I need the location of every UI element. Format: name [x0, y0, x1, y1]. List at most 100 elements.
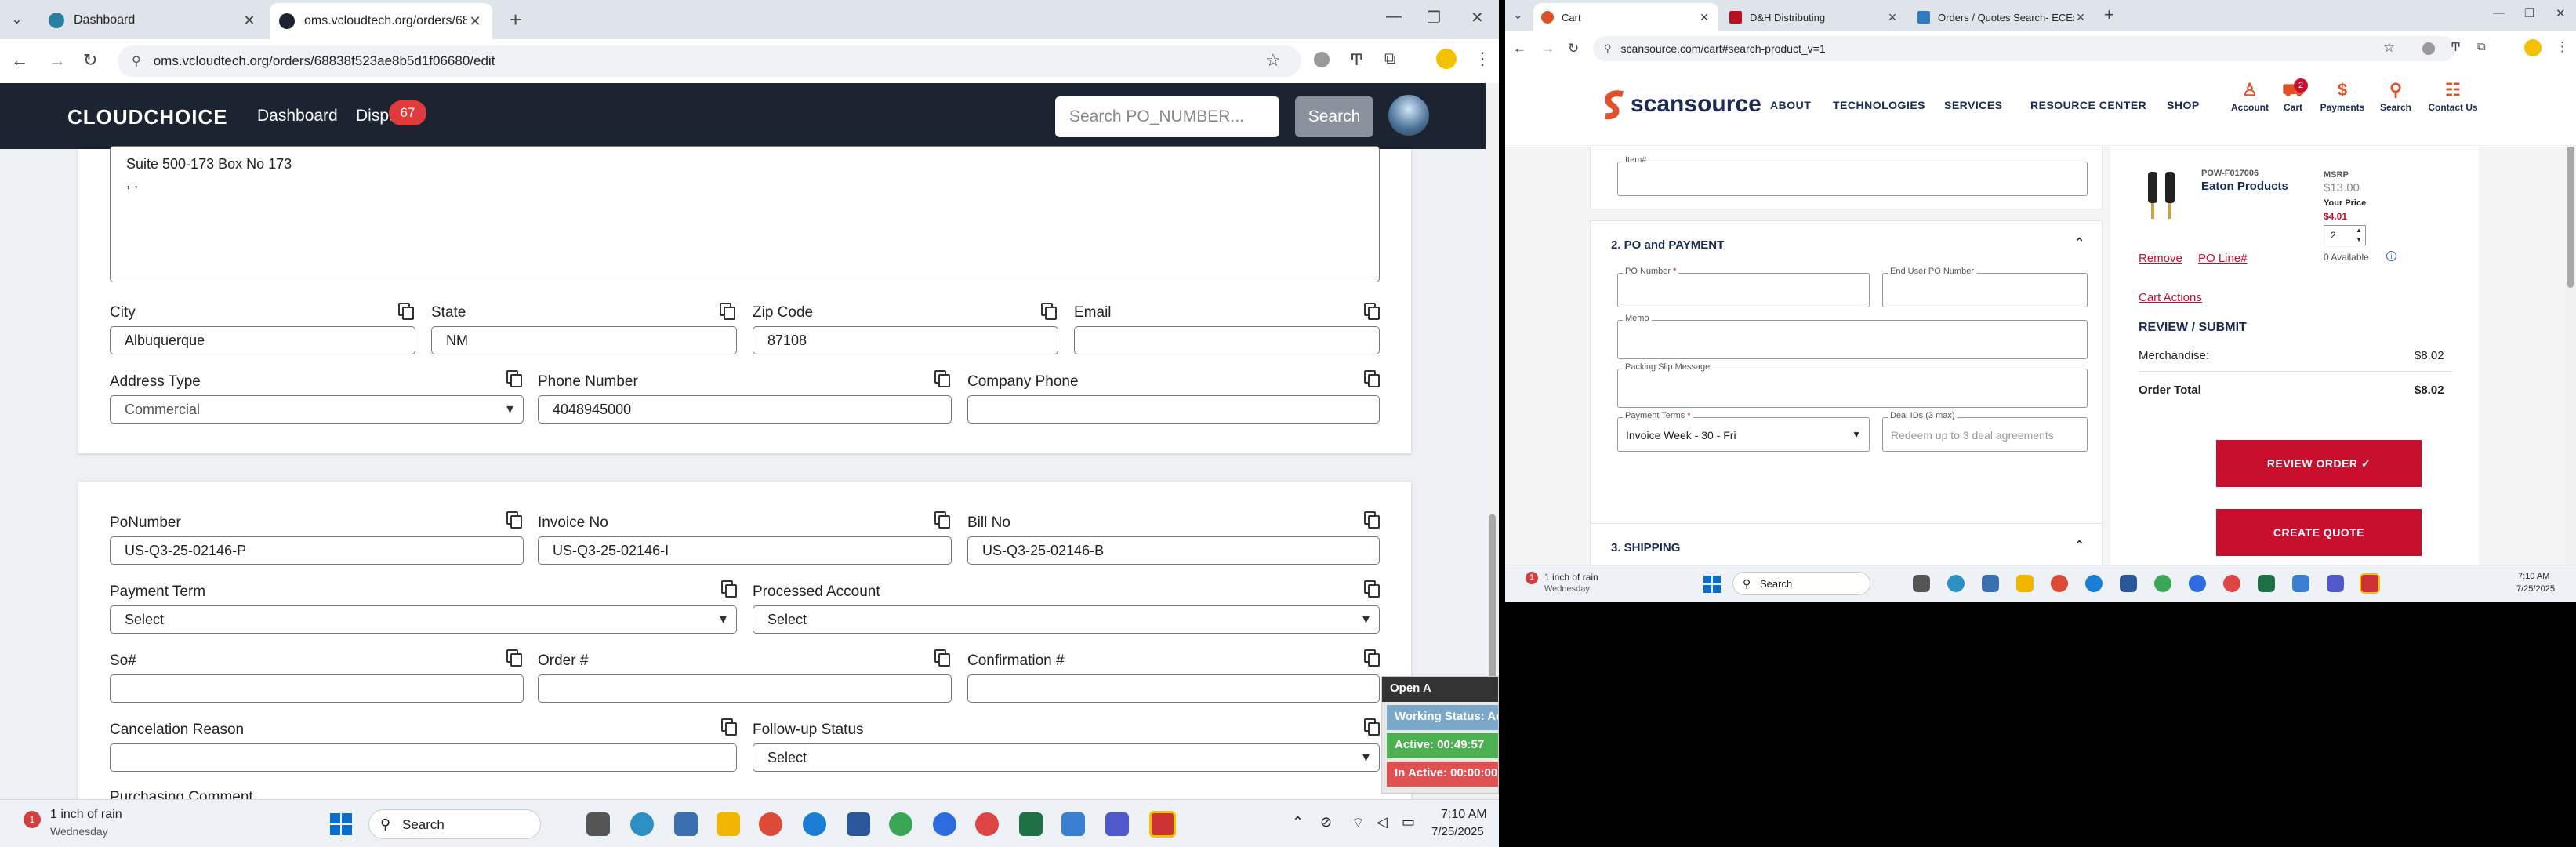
copy-icon[interactable] [1364, 718, 1380, 736]
tab-orders-quotes[interactable]: Orders / Quotes Search- ECExp ✕ [1910, 3, 2095, 31]
windows-start-icon[interactable] [1703, 575, 1722, 594]
deal-ids-field[interactable]: Deal IDs (3 max) Redeem up to 3 deal agr… [1882, 411, 2088, 452]
tab-oms-edit[interactable]: oms.vcloudtech.org/orders/68838f523ae8b5… [270, 3, 492, 39]
site-info-icon[interactable]: ⚲ [1604, 42, 1612, 55]
copy-icon[interactable] [934, 511, 950, 529]
copy-icon[interactable] [506, 511, 522, 529]
file-explorer-icon[interactable] [586, 812, 610, 836]
reload-icon[interactable]: ↻ [83, 50, 97, 71]
reading-mode-icon[interactable]: Ͳ [1350, 50, 1363, 70]
profile-avatar-icon[interactable] [2524, 39, 2542, 56]
close-tab-icon[interactable]: ✕ [2074, 11, 2087, 24]
windows-start-icon[interactable] [329, 812, 353, 836]
extensions-puzzle-icon[interactable]: ⧉ [2477, 40, 2486, 53]
volume-icon[interactable]: ◁ [1377, 814, 1388, 831]
close-window-icon[interactable]: ✕ [2556, 6, 2566, 20]
copy-icon[interactable] [721, 718, 737, 736]
scansource-logo[interactable]: scansource [1631, 91, 1761, 118]
payment-terms-select[interactable]: Payment Terms * Invoice Week - 30 - Fri … [1617, 411, 1870, 452]
forward-icon[interactable]: → [49, 50, 66, 71]
tab-cart[interactable]: Cart ✕ [1533, 3, 1718, 31]
edge-alt-icon[interactable] [803, 812, 826, 836]
end-user-po-field[interactable]: End User PO Number [1882, 267, 2088, 307]
nav-resource-center[interactable]: RESOURCE CENTER [2030, 99, 2146, 111]
weather-text[interactable]: 1 inch of rain [1544, 572, 1598, 583]
copy-icon[interactable] [1364, 511, 1380, 529]
menu-kebab-icon[interactable]: ⋮ [1474, 49, 1491, 69]
phone-field[interactable]: 4048945000 [538, 395, 952, 424]
tab-dashboard[interactable]: Dashboard ✕ [39, 5, 267, 36]
edge-alt-icon[interactable] [2085, 575, 2103, 592]
minimize-icon[interactable]: — [1386, 8, 1402, 26]
photos-icon[interactable] [1061, 812, 1085, 836]
order-number-field[interactable] [538, 674, 952, 703]
open-activity-button[interactable]: Open A [1382, 677, 1498, 702]
taskbar-search[interactable]: ⚲ Search [1732, 572, 1870, 595]
tray-app-icon[interactable]: ⊘ [1320, 814, 1332, 831]
sticky-app-icon[interactable] [2360, 573, 2380, 594]
site-info-icon[interactable]: ⚲ [132, 53, 141, 69]
bookmark-star-icon[interactable]: ☆ [2383, 40, 2395, 56]
clock-time[interactable]: 7:10 AM [1441, 808, 1487, 822]
copy-icon[interactable] [934, 370, 950, 387]
qty-down-icon[interactable]: ▼ [2356, 236, 2362, 243]
state-field[interactable]: NM [431, 326, 737, 354]
zoom-icon[interactable] [933, 812, 956, 836]
address-type-select[interactable]: Commercial [110, 395, 524, 424]
copy-icon[interactable] [1364, 580, 1380, 598]
extensions-puzzle-icon[interactable]: ⧉ [1384, 50, 1395, 68]
cloudchoice-logo[interactable]: CLOUDCHOICE [67, 105, 228, 129]
chrome-alt-icon[interactable] [975, 812, 999, 836]
email-field[interactable] [1074, 326, 1380, 354]
city-field[interactable]: Albuquerque [110, 326, 415, 354]
cancelation-reason-field[interactable] [110, 743, 737, 772]
processed-account-select[interactable]: Select [753, 605, 1380, 634]
followup-status-select[interactable]: Select [753, 743, 1380, 772]
quantity-stepper[interactable]: 2 ▲ ▼ [2324, 225, 2366, 245]
new-tab-icon[interactable]: + [2104, 5, 2114, 25]
copy-icon[interactable] [1364, 303, 1380, 320]
edge-icon[interactable] [630, 812, 654, 836]
copy-icon[interactable] [1364, 370, 1380, 387]
edge-icon[interactable] [1947, 575, 1965, 592]
qty-up-icon[interactable]: ▲ [2356, 227, 2362, 234]
tab-search-chevron-icon[interactable]: ⌄ [1513, 8, 1523, 22]
bill-no-field[interactable]: US-Q3-25-02146-B [967, 536, 1380, 565]
chrome-profile-icon[interactable] [889, 812, 912, 836]
item-number-field[interactable]: Item# [1617, 155, 2088, 196]
taskbar-search[interactable]: ⚲ Search [368, 809, 541, 839]
nav-services[interactable]: SERVICES [1944, 99, 2003, 111]
product-image[interactable] [2140, 169, 2187, 224]
outlook-icon[interactable] [847, 812, 870, 836]
close-tab-icon[interactable]: ✕ [1698, 11, 1711, 24]
scrollbar-thumb[interactable] [2567, 147, 2574, 288]
search-link[interactable]: ⚲ Search [2374, 80, 2418, 113]
chrome-alt-icon[interactable] [2223, 575, 2240, 592]
reload-icon[interactable]: ↻ [1568, 41, 1579, 56]
payment-term-select[interactable]: Select [110, 605, 737, 634]
memo-field[interactable]: Memo [1617, 314, 2088, 359]
extension-icon[interactable] [1314, 52, 1330, 67]
copy-icon[interactable] [1041, 303, 1057, 320]
search-button[interactable]: Search [1295, 96, 1373, 137]
reading-mode-icon[interactable]: Ͳ [2451, 40, 2461, 54]
close-tab-icon[interactable]: ✕ [241, 13, 257, 29]
chrome-profile-icon[interactable] [2154, 575, 2171, 592]
chrome-icon[interactable] [2051, 575, 2068, 592]
page-scrollbar[interactable] [2565, 147, 2576, 565]
collapse-chevron-icon[interactable]: ⌃ [2073, 235, 2085, 252]
weather-text[interactable]: 1 inch of rain [50, 808, 122, 822]
restore-icon[interactable]: ❐ [2524, 6, 2534, 20]
review-order-button[interactable]: REVIEW ORDER ✓ [2216, 440, 2422, 487]
company-phone-field[interactable] [967, 395, 1380, 424]
tab-search-chevron-icon[interactable]: ⌄ [11, 11, 23, 27]
address-textarea[interactable]: Suite 500-173 Box No 173 , , [110, 146, 1380, 282]
nav-dashboard[interactable]: Dashboard [257, 107, 338, 125]
user-avatar[interactable] [1388, 95, 1429, 136]
extension-icon[interactable] [2422, 42, 2435, 55]
info-icon[interactable]: i [2386, 251, 2396, 261]
clock-date[interactable]: 7/25/2025 [1431, 825, 1484, 838]
copy-icon[interactable] [720, 303, 735, 320]
excel-icon[interactable] [2258, 575, 2275, 592]
teams-icon[interactable] [2327, 575, 2344, 592]
